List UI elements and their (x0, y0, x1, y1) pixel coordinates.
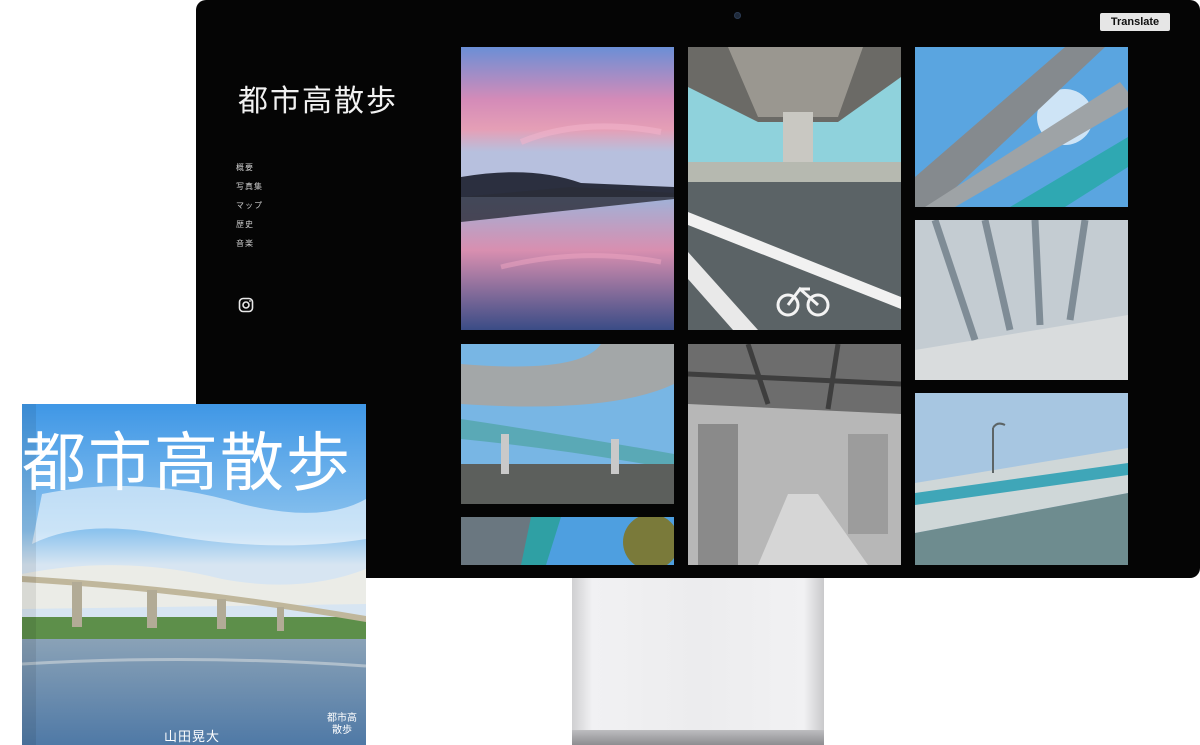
gallery-photo-curved-ramps[interactable] (461, 344, 674, 504)
gallery-photo-ramp-and-tree[interactable] (461, 517, 674, 565)
nav-item-photobook[interactable]: 写真集 (236, 177, 263, 196)
nav-item-overview[interactable]: 概要 (236, 158, 263, 177)
site-title[interactable]: 都市高散歩 (238, 76, 398, 120)
gallery-photo-viaduct-closeup[interactable] (915, 393, 1128, 565)
photobook-title: 都市高散歩 (22, 427, 352, 501)
camera-dot (734, 12, 741, 19)
gallery-photo-overpass-bike-lane[interactable] (688, 47, 901, 330)
translate-button[interactable]: Translate (1100, 13, 1170, 31)
gallery-photo-highway-sun[interactable] (915, 47, 1128, 207)
monitor-stand-base (572, 730, 824, 745)
photobook-author: 山田晃大 (164, 730, 221, 745)
site-nav: 概要 写真集 マップ 歴史 音楽 (236, 158, 263, 253)
nav-item-map[interactable]: マップ (236, 196, 263, 215)
gallery-photo-overpass-underside[interactable] (915, 220, 1128, 380)
photobook-logo-badge: 都市高 散歩 (322, 713, 362, 745)
photobook-badge-line1: 都市高 (327, 713, 357, 724)
gallery-photo-monochrome-underbridge[interactable] (688, 344, 901, 565)
monitor-stand (572, 578, 824, 745)
nav-item-music[interactable]: 音楽 (236, 234, 263, 253)
gallery-photo-sunset-river[interactable] (461, 47, 674, 330)
instagram-icon[interactable] (238, 297, 254, 313)
photobook-badge-line2: 散歩 (332, 725, 352, 736)
nav-item-history[interactable]: 歴史 (236, 215, 263, 234)
photobook-cover: 都市高散歩 山田晃大 都市高 散歩 (22, 404, 366, 745)
